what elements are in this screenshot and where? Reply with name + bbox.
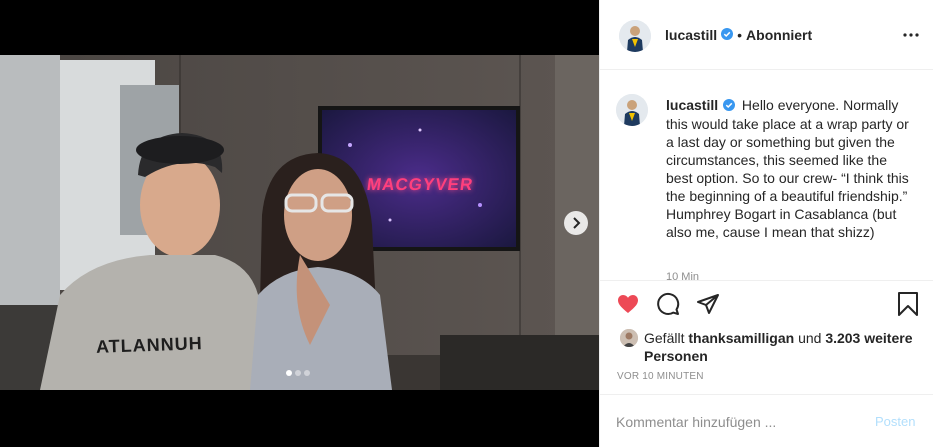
photo-scene <box>0 55 599 390</box>
post-comment-button[interactable]: Posten <box>875 414 915 429</box>
caption-avatar[interactable] <box>616 94 648 126</box>
carousel-next-button[interactable] <box>564 211 588 235</box>
username-link[interactable]: lucastill <box>665 27 717 43</box>
more-icon <box>903 33 919 37</box>
verified-badge-icon <box>723 97 736 115</box>
tv-title: MACGYVER <box>365 175 475 194</box>
separator-dot: • <box>737 27 743 43</box>
heart-icon <box>618 295 638 313</box>
likes-prefix: Gefällt <box>644 330 685 346</box>
share-button[interactable] <box>696 292 720 321</box>
comment-bar: Posten <box>600 394 933 447</box>
avatar[interactable] <box>619 20 651 52</box>
carousel-dot <box>304 370 310 376</box>
likes-text: Gefällt thanksamilligan und 3.203 weiter… <box>644 329 924 365</box>
bookmark-icon <box>898 292 918 316</box>
liked-by-link[interactable]: thanksamilligan <box>688 330 794 346</box>
verified-badge-icon <box>721 27 734 43</box>
comment-button[interactable] <box>656 292 680 321</box>
shirt-print: ATLANNUH <box>95 333 203 357</box>
post-actions <box>600 292 933 322</box>
caption-username[interactable]: lucastill <box>666 97 718 113</box>
caption-timestamp: 10 Min <box>666 271 700 281</box>
caption-body: Hello everyone. Normally this would take… <box>666 97 909 240</box>
post-timestamp[interactable]: VOR 10 MINUTEN <box>617 371 704 382</box>
profile-picture <box>619 20 651 52</box>
post-photo[interactable]: MACGYVER ATLANNUH <box>0 55 599 390</box>
post-side-panel: lucastill • Abonniert lucastill Hello ev… <box>599 0 933 447</box>
profile-picture <box>616 94 648 126</box>
caption-text: lucastill Hello everyone. Normally this … <box>666 96 916 241</box>
more-options-button[interactable] <box>901 26 921 44</box>
comment-icon <box>657 293 680 315</box>
post-header: lucastill • Abonniert <box>600 0 933 70</box>
share-icon <box>697 294 719 314</box>
like-button[interactable] <box>616 292 640 321</box>
liker-avatar[interactable] <box>620 329 638 347</box>
follow-status-button[interactable]: Abonniert <box>746 27 812 43</box>
likes-summary: Gefällt thanksamilligan und 3.203 weiter… <box>620 329 920 365</box>
comment-input[interactable] <box>616 413 846 431</box>
carousel-dot <box>295 370 301 376</box>
chevron-right-icon <box>573 217 581 229</box>
header-user-line: lucastill • Abonniert <box>665 27 812 43</box>
likes-join: und <box>798 330 822 346</box>
carousel-indicator <box>286 370 310 376</box>
profile-picture <box>620 329 638 347</box>
caption-area: lucastill Hello everyone. Normally this … <box>600 71 933 281</box>
post-media: MACGYVER ATLANNUH <box>0 0 599 447</box>
save-button[interactable] <box>897 292 919 321</box>
carousel-dot-active <box>286 370 292 376</box>
